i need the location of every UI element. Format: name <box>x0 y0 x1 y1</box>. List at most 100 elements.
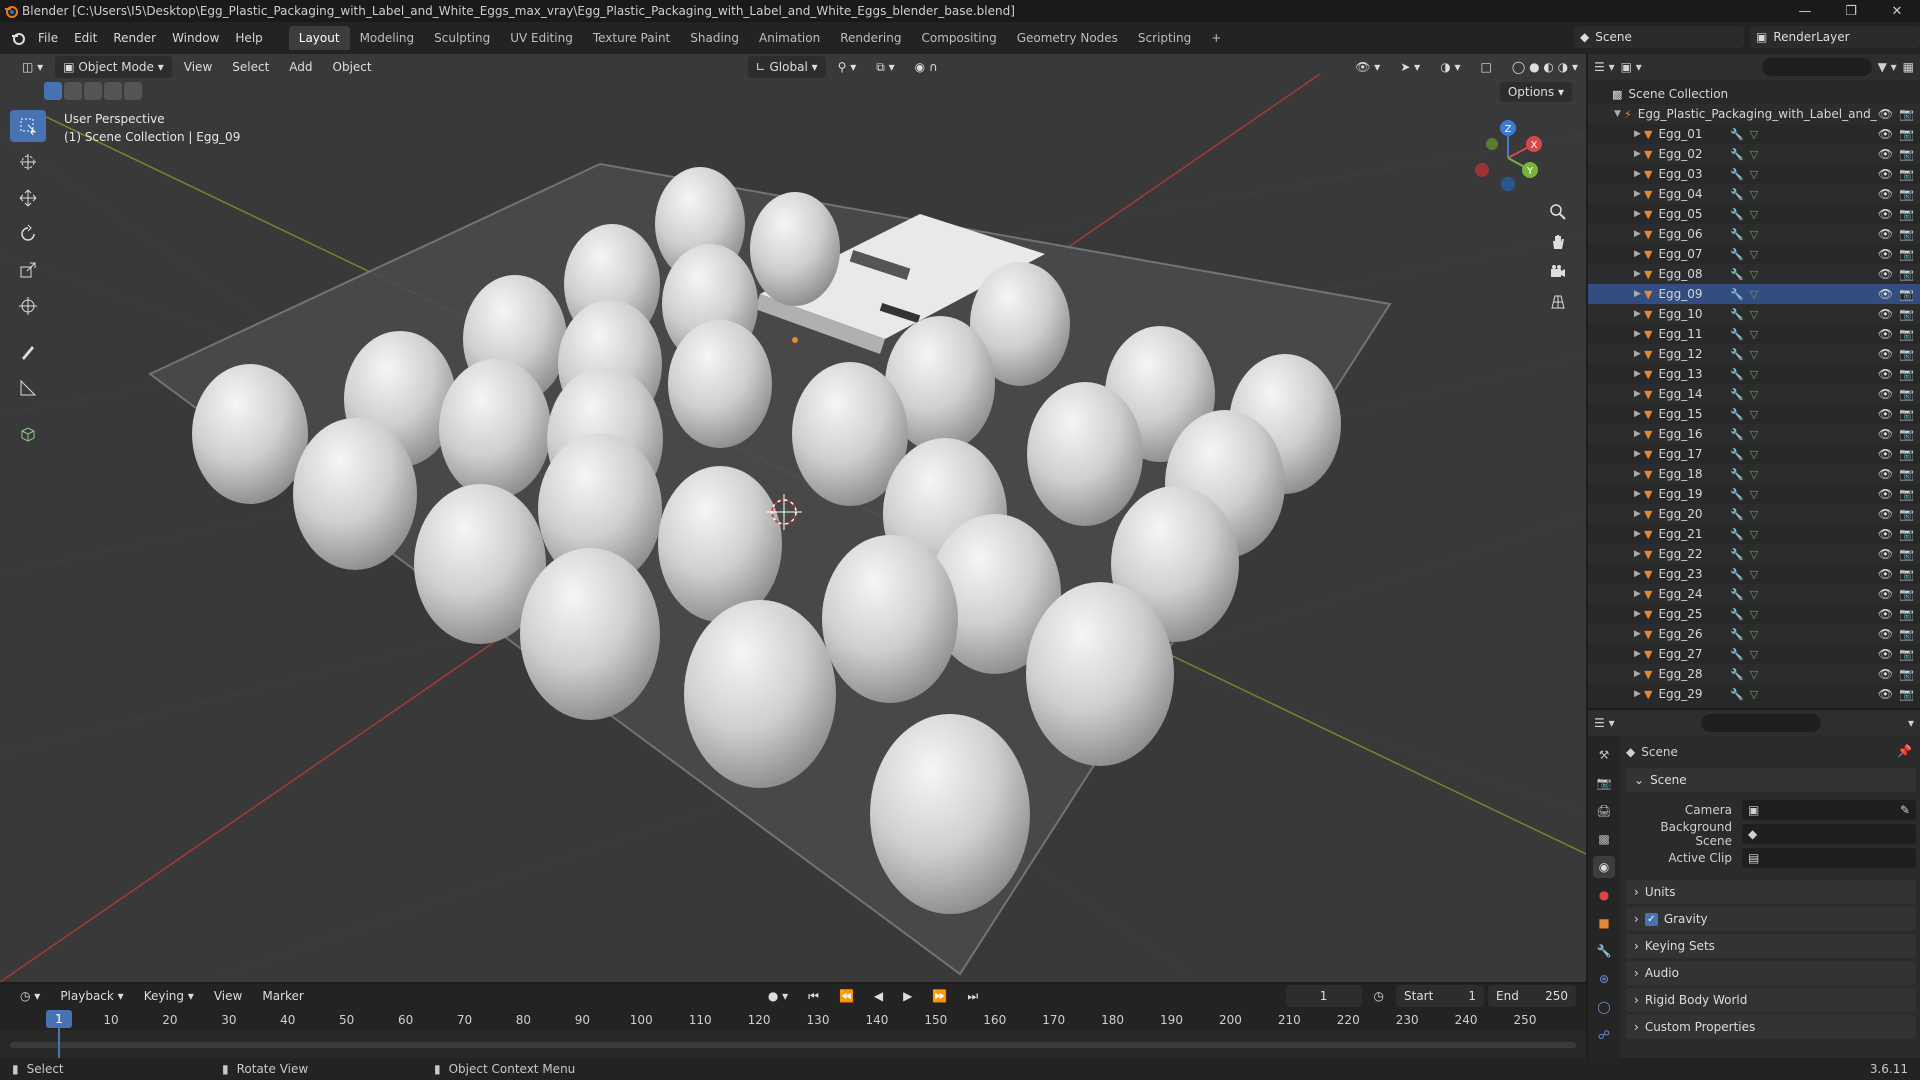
tab-uv-editing[interactable]: UV Editing <box>500 26 583 50</box>
chevron-right-icon[interactable]: ▶ <box>1634 389 1644 399</box>
rotate-tool-icon[interactable] <box>10 218 46 250</box>
outliner-row-object[interactable]: ▶ ▼ Egg_05 🔧 ▽ 👁 📷 <box>1588 204 1920 224</box>
outliner-row-object[interactable]: ▶ ▼ Egg_08 🔧 ▽ 👁 📷 <box>1588 264 1920 284</box>
stopwatch-icon[interactable]: ◷ <box>1366 985 1392 1007</box>
chevron-right-icon[interactable]: ▶ <box>1634 369 1644 379</box>
eye-icon[interactable]: 👁 <box>1878 147 1893 161</box>
eye-icon[interactable]: 👁 <box>1878 647 1893 661</box>
outliner-row-object[interactable]: ▶ ▼ Egg_22 🔧 ▽ 👁 📷 <box>1588 544 1920 564</box>
select-intersect-icon[interactable] <box>124 82 142 100</box>
outliner-row-object[interactable]: ▶ ▼ Egg_24 🔧 ▽ 👁 📷 <box>1588 584 1920 604</box>
menu-timeline-view[interactable]: View <box>206 985 250 1007</box>
outliner-row-object[interactable]: ▶ ▼ Egg_07 🔧 ▽ 👁 📷 <box>1588 244 1920 264</box>
camera-render-icon[interactable]: 📷 <box>1899 467 1914 481</box>
chevron-right-icon[interactable]: ▶ <box>1634 189 1644 199</box>
panel-gravity[interactable]: › ✓ Gravity <box>1626 907 1916 931</box>
minimize-icon[interactable]: — <box>1782 0 1828 22</box>
eye-icon[interactable]: 👁 <box>1878 427 1893 441</box>
panel-units[interactable]: › Units <box>1626 880 1916 904</box>
tab-texture-paint[interactable]: Texture Paint <box>583 26 680 50</box>
timeline-scrollbar[interactable] <box>10 1042 1576 1048</box>
outliner-row-object[interactable]: ▶ ▼ Egg_13 🔧 ▽ 👁 📷 <box>1588 364 1920 384</box>
gravity-checkbox[interactable]: ✓ <box>1644 912 1658 926</box>
move-tool-icon[interactable] <box>10 182 46 214</box>
select-new-icon[interactable] <box>44 82 62 100</box>
outliner-row-object[interactable]: ▶ ▼ Egg_04 🔧 ▽ 👁 📷 <box>1588 184 1920 204</box>
menu-window[interactable]: Window <box>164 27 227 49</box>
chevron-right-icon[interactable]: ▶ <box>1634 629 1644 639</box>
panel-keying-sets[interactable]: › Keying Sets <box>1626 934 1916 958</box>
play-reverse-icon[interactable]: ◀ <box>866 985 891 1007</box>
overlay-toggle-icon[interactable]: ◑ ▾ <box>1432 56 1468 78</box>
tab-animation[interactable]: Animation <box>749 26 830 50</box>
outliner-row-object[interactable]: ▶ ▼ Egg_02 🔧 ▽ 👁 📷 <box>1588 144 1920 164</box>
camera-render-icon[interactable]: 📷 <box>1899 307 1914 321</box>
object-tab-icon[interactable]: ■ <box>1593 912 1615 934</box>
visibility-icon[interactable]: 👁 ▾ <box>1347 56 1388 78</box>
camera-render-icon[interactable]: 📷 <box>1899 367 1914 381</box>
tab-layout[interactable]: Layout <box>288 26 350 50</box>
outliner-row-object[interactable]: ▶ ▼ Egg_28 🔧 ▽ 👁 📷 <box>1588 664 1920 684</box>
prev-keyframe-icon[interactable]: ⏪ <box>831 985 862 1007</box>
tab-compositing[interactable]: Compositing <box>911 26 1006 50</box>
menu-marker[interactable]: Marker <box>254 985 311 1007</box>
panel-scene[interactable]: ⌄ Scene <box>1626 768 1916 792</box>
display-mode-icon[interactable]: ▣ ▾ <box>1621 60 1642 74</box>
transform-tool-icon[interactable] <box>10 290 46 322</box>
snap-icon[interactable]: ⧉ ▾ <box>868 56 902 78</box>
eye-icon[interactable]: 👁 <box>1878 167 1893 181</box>
chevron-right-icon[interactable]: ▶ <box>1634 129 1644 139</box>
chevron-down-icon[interactable]: ▼ <box>1614 109 1624 119</box>
filter-icon[interactable]: ▼ ▾ <box>1878 60 1897 74</box>
chevron-right-icon[interactable]: ▶ <box>1634 169 1644 179</box>
eye-icon[interactable]: 👁 <box>1878 407 1893 421</box>
outliner-row-scene-collection[interactable]: ▩ Scene Collection <box>1588 84 1920 104</box>
chevron-right-icon[interactable]: ▶ <box>1634 569 1644 579</box>
menu-file[interactable]: File <box>30 27 66 49</box>
panel-audio[interactable]: › Audio <box>1626 961 1916 985</box>
chevron-right-icon[interactable]: ▶ <box>1634 549 1644 559</box>
eye-icon[interactable]: 👁 <box>1878 287 1893 301</box>
current-frame-field[interactable]: 1 <box>1285 985 1362 1007</box>
camera-render-icon[interactable]: 📷 <box>1899 687 1914 701</box>
3d-viewport[interactable]: ◫ ▾ ▣ Object Mode ▾ View Select Add Obje… <box>0 54 1586 982</box>
camera-render-icon[interactable]: 📷 <box>1899 247 1914 261</box>
chevron-right-icon[interactable]: ▶ <box>1634 589 1644 599</box>
outliner-row-object[interactable]: ▶ ▼ Egg_21 🔧 ▽ 👁 📷 <box>1588 524 1920 544</box>
tab-sculpting[interactable]: Sculpting <box>424 26 500 50</box>
pin-icon[interactable]: 📌 <box>1897 744 1912 758</box>
outliner-row-object[interactable]: ▶ ▼ Egg_01 🔧 ▽ 👁 📷 <box>1588 124 1920 144</box>
editor-type-icon[interactable]: ◫ ▾ <box>14 56 51 78</box>
select-invert-icon[interactable] <box>104 82 122 100</box>
camera-render-icon[interactable]: 📷 <box>1899 487 1914 501</box>
camera-render-icon[interactable]: 📷 <box>1899 647 1914 661</box>
panel-custom-properties[interactable]: › Custom Properties <box>1626 1015 1916 1039</box>
record-icon[interactable]: ● ▾ <box>760 985 796 1007</box>
particles-tab-icon[interactable]: ⊛ <box>1593 968 1615 990</box>
timeline-ruler[interactable]: 10 20 30 40 50 60 70 80 90 100 110 120 130 140 150 160 1… <box>0 1010 1586 1030</box>
renderlayer-selector[interactable]: ▣ RenderLayer <box>1750 26 1920 48</box>
play-icon[interactable]: ▶ <box>895 985 920 1007</box>
camera-render-icon[interactable]: 📷 <box>1899 667 1914 681</box>
camera-render-icon[interactable]: 📷 <box>1899 107 1914 121</box>
camera-render-icon[interactable]: 📷 <box>1899 587 1914 601</box>
select-box-tool-icon[interactable] <box>10 110 46 142</box>
camera-render-icon[interactable]: 📷 <box>1899 627 1914 641</box>
outliner-row-object[interactable]: ▶ ▼ Egg_16 🔧 ▽ 👁 📷 <box>1588 424 1920 444</box>
eye-icon[interactable]: 👁 <box>1878 267 1893 281</box>
options-dropdown[interactable]: Options ▾ <box>1499 82 1572 102</box>
tool-tab-icon[interactable]: ⚒ <box>1593 744 1615 766</box>
pan-hand-icon[interactable] <box>1546 230 1570 254</box>
outliner-row-object[interactable]: ▶ ▼ Egg_25 🔧 ▽ 👁 📷 <box>1588 604 1920 624</box>
chevron-right-icon[interactable]: ▶ <box>1634 349 1644 359</box>
chevron-right-icon[interactable]: ▶ <box>1634 249 1644 259</box>
outliner-row-object[interactable]: ▶ ▼ Egg_11 🔧 ▽ 👁 📷 <box>1588 324 1920 344</box>
eye-icon[interactable]: 👁 <box>1878 307 1893 321</box>
eyedropper-icon[interactable]: ✎ <box>1900 803 1916 817</box>
eye-icon[interactable]: 👁 <box>1878 107 1893 121</box>
camera-render-icon[interactable]: 📷 <box>1899 527 1914 541</box>
timeline-track[interactable] <box>0 1030 1586 1058</box>
background-scene-field[interactable]: ◆ <box>1742 824 1916 844</box>
camera-render-icon[interactable]: 📷 <box>1899 407 1914 421</box>
add-cube-tool-icon[interactable] <box>10 418 46 450</box>
